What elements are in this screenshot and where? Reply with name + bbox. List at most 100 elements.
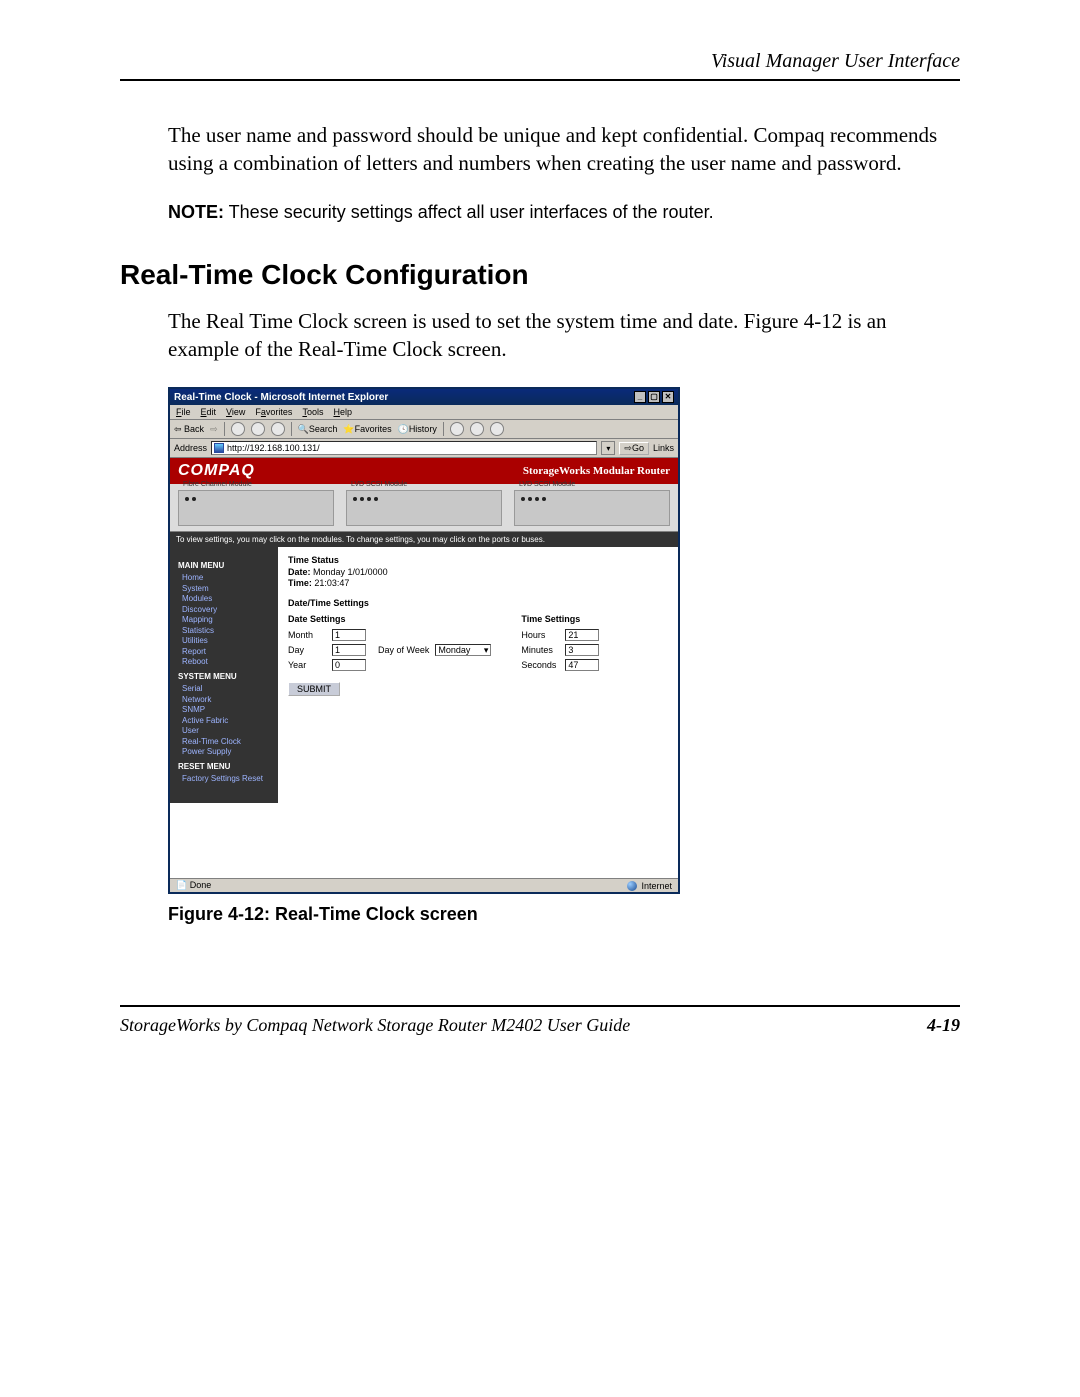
sidebar-item-reboot[interactable]: Reboot bbox=[182, 657, 270, 666]
sidebar-item-network[interactable]: Network bbox=[182, 695, 270, 704]
date-time-settings-head: Date/Time Settings bbox=[288, 598, 668, 608]
status-zone: Internet bbox=[627, 881, 672, 891]
ie-statusbar: 📄 Done Internet bbox=[170, 878, 678, 892]
running-header: Visual Manager User Interface bbox=[120, 50, 960, 73]
sidebar: MAIN MENU Home System Modules Discovery … bbox=[170, 547, 278, 803]
year-input[interactable]: 0 bbox=[332, 659, 366, 671]
main-panel: Time Status Date: Monday 1/01/0000 Time:… bbox=[278, 547, 678, 716]
menu-view[interactable]: View bbox=[226, 407, 245, 417]
menu-file[interactable]: FFileile bbox=[176, 407, 191, 417]
ie-titlebar: Real-Time Clock - Microsoft Internet Exp… bbox=[170, 389, 678, 405]
month-label: Month bbox=[288, 630, 326, 640]
page-footer: StorageWorks by Compaq Network Storage R… bbox=[120, 1015, 960, 1036]
close-button[interactable]: ✕ bbox=[662, 391, 674, 403]
menu-edit[interactable]: Edit bbox=[201, 407, 217, 417]
edit-icon[interactable] bbox=[490, 422, 504, 436]
url-text: http://192.168.100.131/ bbox=[227, 443, 320, 453]
sidebar-item-user[interactable]: User bbox=[182, 726, 270, 735]
sidebar-item-report[interactable]: Report bbox=[182, 647, 270, 656]
note-text: These security settings affect all user … bbox=[224, 202, 714, 222]
date-line: Date: Monday 1/01/0000 bbox=[288, 567, 668, 577]
mail-icon[interactable] bbox=[450, 422, 464, 436]
note-label: NOTE: bbox=[168, 202, 224, 222]
hours-label: Hours bbox=[521, 630, 559, 640]
dow-select[interactable]: Monday▾ bbox=[435, 644, 491, 656]
note-paragraph: NOTE: These security settings affect all… bbox=[168, 202, 960, 223]
ie-toolbar: ⇦ Back ⇨ 🔍Search ⭐Favorites 🕓History bbox=[170, 420, 678, 439]
page-content: COMPAQ StorageWorks Modular Router Fibre… bbox=[170, 458, 678, 878]
stop-icon[interactable] bbox=[231, 422, 245, 436]
day-label: Day bbox=[288, 645, 326, 655]
module-fibre-channel[interactable]: Fibre Channel Module bbox=[178, 490, 334, 526]
product-title: StorageWorks Modular Router bbox=[523, 465, 670, 477]
search-button[interactable]: 🔍Search bbox=[298, 424, 338, 435]
reset-menu-head: RESET MENU bbox=[178, 762, 270, 771]
date-settings-head: Date Settings bbox=[288, 614, 491, 624]
sidebar-item-snmp[interactable]: SNMP bbox=[182, 705, 270, 714]
sidebar-item-power-supply[interactable]: Power Supply bbox=[182, 747, 270, 756]
rule-top bbox=[120, 79, 960, 81]
time-settings-head: Time Settings bbox=[521, 614, 599, 624]
hint-bar: To view settings, you may click on the m… bbox=[170, 532, 678, 547]
date-settings-col: Date Settings Month 1 Day 1 Day of Week bbox=[288, 614, 491, 696]
maximize-button[interactable]: ▢ bbox=[648, 391, 660, 403]
internet-icon bbox=[627, 881, 637, 891]
time-settings-col: Time Settings Hours 21 Minutes 3 bbox=[521, 614, 599, 696]
ie-addressbar: Address http://192.168.100.131/ ▾ ⇨Go Li… bbox=[170, 439, 678, 458]
screenshot-figure: Real-Time Clock - Microsoft Internet Exp… bbox=[168, 387, 960, 894]
seconds-input[interactable]: 47 bbox=[565, 659, 599, 671]
favorites-button[interactable]: ⭐Favorites bbox=[343, 424, 391, 435]
menu-tools[interactable]: Tools bbox=[302, 407, 323, 417]
footer-title: StorageWorks by Compaq Network Storage R… bbox=[120, 1015, 630, 1036]
figure-caption: Figure 4-12: Real-Time Clock screen bbox=[168, 904, 960, 925]
sidebar-item-serial[interactable]: Serial bbox=[182, 684, 270, 693]
compaq-logo: COMPAQ bbox=[178, 462, 255, 480]
sidebar-item-discovery[interactable]: Discovery bbox=[182, 605, 270, 614]
time-line: Time: 21:03:47 bbox=[288, 578, 668, 588]
links-label[interactable]: Links bbox=[653, 443, 674, 453]
minutes-label: Minutes bbox=[521, 645, 559, 655]
section-heading: Real-Time Clock Configuration bbox=[120, 259, 960, 291]
dow-label: Day of Week bbox=[378, 645, 429, 655]
page-number: 4-19 bbox=[927, 1015, 960, 1036]
section-paragraph: The Real Time Clock screen is used to se… bbox=[168, 307, 960, 364]
home-icon[interactable] bbox=[271, 422, 285, 436]
address-label: Address bbox=[174, 443, 207, 453]
back-button[interactable]: ⇦ Back bbox=[174, 424, 204, 435]
go-button[interactable]: ⇨Go bbox=[619, 442, 649, 455]
submit-button[interactable]: SUBMIT bbox=[288, 682, 340, 696]
system-menu-head: SYSTEM MENU bbox=[178, 672, 270, 681]
hours-input[interactable]: 21 bbox=[565, 629, 599, 641]
print-icon[interactable] bbox=[470, 422, 484, 436]
forward-button[interactable]: ⇨ bbox=[210, 424, 218, 435]
month-input[interactable]: 1 bbox=[332, 629, 366, 641]
module-lvd-scsi-1[interactable]: LVD SCSI Module bbox=[346, 490, 502, 526]
menu-help[interactable]: Help bbox=[333, 407, 352, 417]
ie-menubar: FFileile Edit View Favorites Tools Help bbox=[170, 405, 678, 420]
minutes-input[interactable]: 3 bbox=[565, 644, 599, 656]
sidebar-item-factory-reset[interactable]: Factory Settings Reset bbox=[182, 774, 270, 783]
time-status-head: Time Status bbox=[288, 555, 668, 565]
sidebar-item-system[interactable]: System bbox=[182, 584, 270, 593]
minimize-button[interactable]: _ bbox=[634, 391, 646, 403]
year-label: Year bbox=[288, 660, 326, 670]
main-menu-head: MAIN MENU bbox=[178, 561, 270, 570]
refresh-icon[interactable] bbox=[251, 422, 265, 436]
rule-bottom bbox=[120, 1005, 960, 1007]
sidebar-item-active-fabric[interactable]: Active Fabric bbox=[182, 716, 270, 725]
ie-window: Real-Time Clock - Microsoft Internet Exp… bbox=[168, 387, 680, 894]
sidebar-item-mapping[interactable]: Mapping bbox=[182, 615, 270, 624]
address-dropdown[interactable]: ▾ bbox=[601, 441, 615, 455]
sidebar-item-real-time-clock[interactable]: Real-Time Clock bbox=[182, 737, 270, 746]
sidebar-item-modules[interactable]: Modules bbox=[182, 594, 270, 603]
sidebar-item-utilities[interactable]: Utilities bbox=[182, 636, 270, 645]
day-input[interactable]: 1 bbox=[332, 644, 366, 656]
sidebar-item-home[interactable]: Home bbox=[182, 573, 270, 582]
window-title: Real-Time Clock - Microsoft Internet Exp… bbox=[174, 392, 388, 403]
module-lvd-scsi-2[interactable]: LVD SCSI Module bbox=[514, 490, 670, 526]
history-button[interactable]: 🕓History bbox=[398, 424, 437, 435]
seconds-label: Seconds bbox=[521, 660, 559, 670]
sidebar-item-statistics[interactable]: Statistics bbox=[182, 626, 270, 635]
menu-favorites[interactable]: Favorites bbox=[255, 407, 292, 417]
address-input[interactable]: http://192.168.100.131/ bbox=[211, 441, 597, 455]
